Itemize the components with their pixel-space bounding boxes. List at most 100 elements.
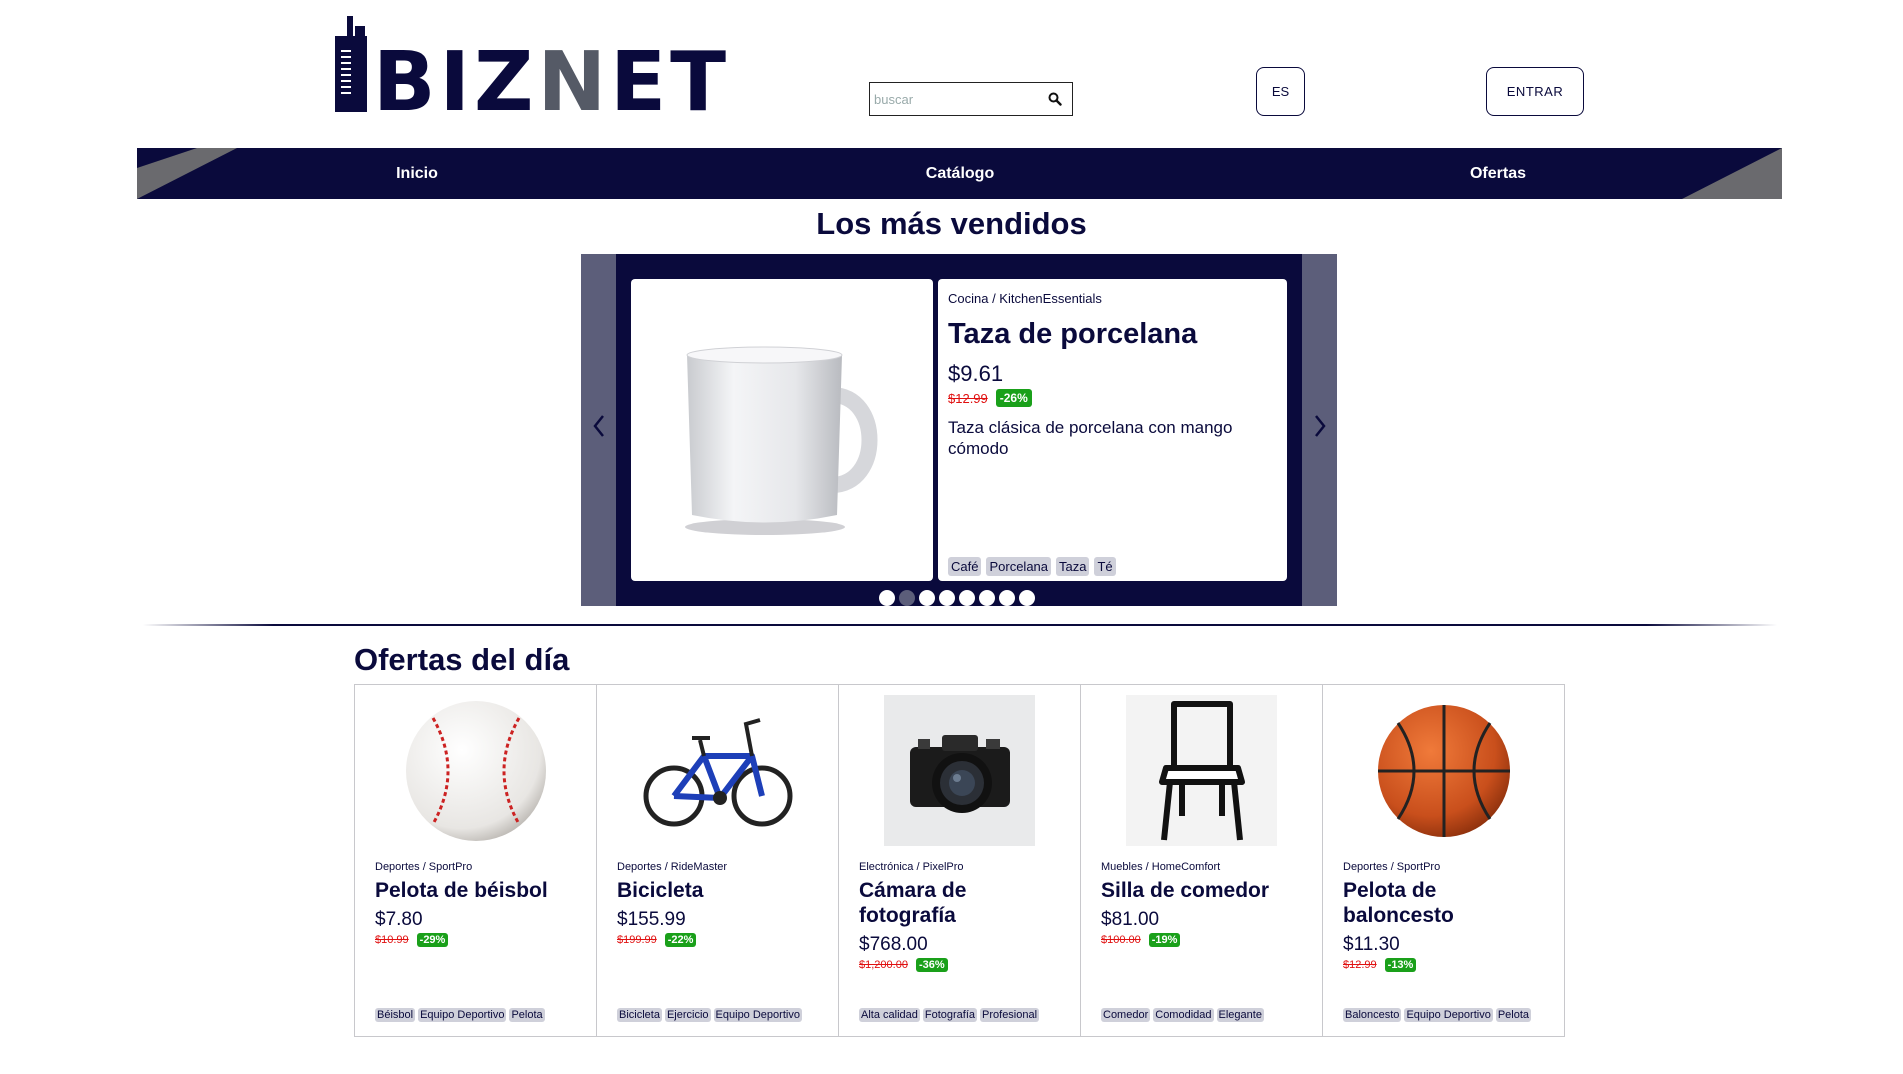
product-price: $7.80 bbox=[375, 909, 423, 930]
carousel-dot[interactable] bbox=[999, 590, 1015, 606]
nav-item-ofertas[interactable]: Ofertas bbox=[1358, 148, 1638, 199]
product-title[interactable]: Pelota de baloncesto bbox=[1343, 878, 1544, 928]
product-tags: Baloncesto Equipo Deportivo Pelota bbox=[1343, 1008, 1532, 1022]
discount-badge: -13% bbox=[1384, 958, 1417, 972]
product-card[interactable]: Muebles / HomeComfort Silla de comedor $… bbox=[1080, 684, 1323, 1037]
best-sellers-carousel: Cocina / KitchenEssentials Taza de porce… bbox=[581, 254, 1337, 606]
product-category[interactable]: Muebles / HomeComfort bbox=[1101, 861, 1302, 873]
carousel-dot[interactable] bbox=[919, 590, 935, 606]
carousel-slide[interactable]: Cocina / KitchenEssentials Taza de porce… bbox=[616, 254, 1302, 606]
chevron-right-icon bbox=[1314, 415, 1326, 437]
product-category[interactable]: Deportes / RideMaster bbox=[617, 861, 818, 873]
best-sellers-title: Los más vendidos bbox=[816, 206, 1087, 241]
product-price: $9.61 bbox=[948, 361, 1004, 386]
section-divider bbox=[143, 624, 1777, 626]
search-input[interactable] bbox=[870, 84, 1040, 114]
tag[interactable]: Café bbox=[948, 557, 982, 576]
main-nav: Inicio Catálogo Ofertas bbox=[137, 148, 1782, 199]
carousel-dot[interactable] bbox=[939, 590, 955, 606]
nav-corner-decoration bbox=[137, 148, 237, 199]
search-box bbox=[869, 82, 1073, 116]
tag[interactable]: Profesional bbox=[980, 1008, 1040, 1022]
language-button[interactable]: ES bbox=[1256, 67, 1305, 116]
discount-badge: -22% bbox=[664, 933, 697, 947]
discount-badge: -29% bbox=[416, 933, 449, 947]
product-title[interactable]: Bicicleta bbox=[617, 878, 818, 903]
tag[interactable]: Equipo Deportivo bbox=[418, 1008, 507, 1022]
product-card[interactable]: Electrónica / PixelPro Cámara de fotogra… bbox=[838, 684, 1081, 1037]
tag[interactable]: Té bbox=[1094, 557, 1116, 576]
product-tags: Café Porcelana Taza Té bbox=[948, 557, 1116, 576]
chevron-left-icon bbox=[592, 415, 604, 437]
discount-badge: -26% bbox=[995, 389, 1032, 407]
product-title[interactable]: Silla de comedor bbox=[1101, 878, 1302, 903]
product-price: $11.30 bbox=[1343, 934, 1400, 955]
product-tags: Comedor Comodidad Elegante bbox=[1101, 1008, 1264, 1022]
product-price: $155.99 bbox=[617, 909, 686, 930]
tag[interactable]: Comedor bbox=[1101, 1008, 1151, 1022]
login-button[interactable]: ENTRAR bbox=[1486, 67, 1584, 116]
camera-image bbox=[884, 695, 1035, 846]
tag[interactable]: Pelota bbox=[509, 1008, 545, 1022]
product-title[interactable]: Pelota de béisbol bbox=[375, 878, 576, 903]
product-category[interactable]: Electrónica / PixelPro bbox=[859, 861, 1060, 873]
baseball-image bbox=[400, 695, 551, 846]
carousel-dot[interactable] bbox=[959, 590, 975, 606]
tag[interactable]: Baloncesto bbox=[1343, 1008, 1402, 1022]
carousel-indicators bbox=[879, 590, 1035, 606]
carousel-dot[interactable] bbox=[1019, 590, 1035, 606]
carousel-prev-button[interactable] bbox=[581, 406, 616, 446]
biznet-logo[interactable]: BIZNET bbox=[333, 16, 726, 128]
original-price: $100.00 bbox=[1101, 934, 1141, 946]
chair-image bbox=[1126, 695, 1277, 846]
original-price: $10.99 bbox=[375, 934, 409, 946]
daily-offers-grid: Deportes / SportPro Pelota de béisbol $7… bbox=[354, 684, 1565, 1037]
tag[interactable]: Equipo Deportivo bbox=[713, 1008, 802, 1022]
tag[interactable]: Béisbol bbox=[375, 1008, 416, 1022]
original-price: $12.99 bbox=[1343, 959, 1377, 971]
nav-item-catalogo[interactable]: Catálogo bbox=[820, 148, 1100, 199]
tag[interactable]: Pelota bbox=[1495, 1008, 1532, 1022]
product-card[interactable]: Deportes / SportPro Pelota de béisbol $7… bbox=[354, 684, 597, 1037]
product-category[interactable]: Cocina / KitchenEssentials bbox=[948, 291, 1277, 306]
product-title[interactable]: Taza de porcelana bbox=[948, 318, 1277, 351]
product-tags: Bicicleta Ejercicio Equipo Deportivo bbox=[617, 1008, 802, 1022]
product-price: $768.00 bbox=[859, 934, 928, 955]
product-title[interactable]: Cámara de fotografía bbox=[859, 878, 1060, 928]
carousel-dot-active[interactable] bbox=[899, 590, 915, 606]
carousel-dot[interactable] bbox=[979, 590, 995, 606]
basketball-image bbox=[1368, 695, 1519, 846]
original-price: $199.99 bbox=[617, 934, 657, 946]
tag[interactable]: Taza bbox=[1056, 557, 1090, 576]
tag[interactable]: Porcelana bbox=[986, 557, 1052, 576]
product-card[interactable]: Deportes / RideMaster Bicicleta $155.99 … bbox=[596, 684, 839, 1037]
original-price: $1,200.00 bbox=[859, 959, 908, 971]
product-tags: Béisbol Equipo Deportivo Pelota bbox=[375, 1008, 545, 1022]
tag[interactable]: Equipo Deportivo bbox=[1404, 1008, 1493, 1022]
tag[interactable]: Ejercicio bbox=[664, 1008, 711, 1022]
product-price: $81.00 bbox=[1101, 909, 1160, 930]
bicycle-image bbox=[642, 695, 793, 846]
discount-badge: -36% bbox=[915, 958, 948, 972]
search-icon[interactable] bbox=[1040, 84, 1070, 114]
tag[interactable]: Alta calidad bbox=[859, 1008, 920, 1022]
daily-offers-title: Ofertas del día bbox=[354, 642, 570, 677]
tag[interactable]: Bicicleta bbox=[617, 1008, 662, 1022]
product-tags: Alta calidad Fotografía Profesional bbox=[859, 1008, 1040, 1022]
carousel-dot[interactable] bbox=[879, 590, 895, 606]
product-category[interactable]: Deportes / SportPro bbox=[1343, 861, 1544, 873]
slide-info: Cocina / KitchenEssentials Taza de porce… bbox=[938, 279, 1287, 581]
tag[interactable]: Elegante bbox=[1216, 1008, 1264, 1022]
carousel-next-button[interactable] bbox=[1302, 406, 1337, 446]
nav-corner-decoration bbox=[1682, 148, 1782, 199]
product-category[interactable]: Deportes / SportPro bbox=[375, 861, 576, 873]
product-card[interactable]: Deportes / SportPro Pelota de baloncesto… bbox=[1322, 684, 1565, 1037]
mug-image bbox=[631, 279, 933, 581]
tag[interactable]: Fotografía bbox=[922, 1008, 978, 1022]
discount-badge: -19% bbox=[1148, 933, 1181, 947]
original-price: $12.99 bbox=[948, 390, 988, 406]
tag[interactable]: Comodidad bbox=[1153, 1008, 1214, 1022]
nav-item-inicio[interactable]: Inicio bbox=[277, 148, 557, 199]
logo-text: BIZNET bbox=[373, 35, 731, 130]
product-description: Taza clásica de porcelana con mango cómo… bbox=[948, 418, 1233, 458]
